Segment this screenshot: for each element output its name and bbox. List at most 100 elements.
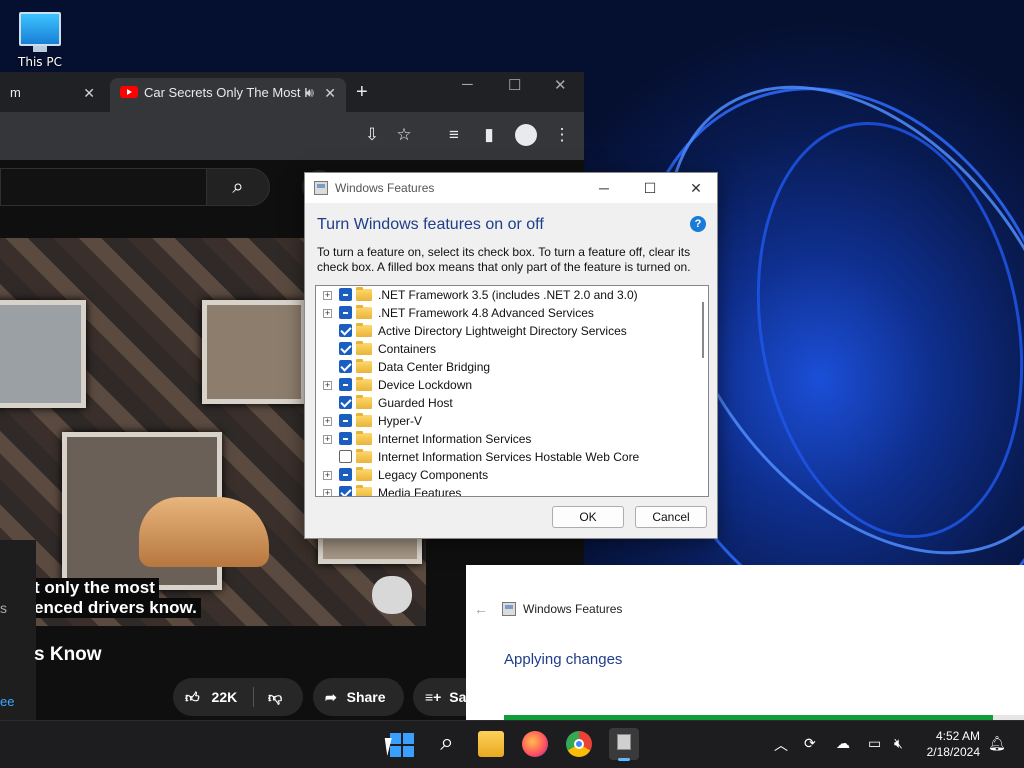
thumbs-up-icon: 👍︎: [185, 689, 200, 705]
feature-row[interactable]: Data Center Bridging: [316, 358, 708, 376]
side-panel-icon[interactable]: ▮: [478, 124, 500, 146]
taskbar: ⌕ ︿ ⟳ ☁ ▭ 🔇︎ 4:52 AM 2/18/2024 🔔︎: [0, 720, 1024, 768]
dialog-titlebar: Windows Features ─ ☐ ✕: [305, 173, 717, 203]
feature-row[interactable]: Containers: [316, 340, 708, 358]
feature-checkbox[interactable]: [339, 342, 352, 355]
expand-icon[interactable]: +: [323, 417, 332, 426]
feature-row[interactable]: + .NET Framework 4.8 Advanced Services: [316, 304, 708, 322]
help-icon[interactable]: ?: [690, 216, 706, 232]
folder-icon: [356, 287, 372, 301]
dialog-heading: Turn Windows features on or off: [317, 216, 544, 233]
network-icon[interactable]: ▭: [868, 735, 881, 752]
expand-icon[interactable]: +: [323, 435, 332, 444]
close-tab-icon[interactable]: ✕: [324, 78, 336, 108]
feature-checkbox[interactable]: [339, 450, 352, 463]
install-app-icon[interactable]: ⇩: [361, 124, 383, 146]
maximize-button[interactable]: ☐: [627, 173, 673, 203]
search-button[interactable]: ⌕: [206, 168, 270, 206]
firefox-icon[interactable]: [522, 731, 548, 757]
share-label: Share: [346, 689, 386, 705]
chrome-icon[interactable]: [566, 731, 592, 757]
feature-checkbox[interactable]: [339, 360, 352, 373]
like-count: 22K: [211, 689, 238, 705]
youtube-search-input[interactable]: [0, 168, 206, 206]
folder-icon: [356, 467, 372, 481]
expand-icon[interactable]: +: [323, 291, 332, 300]
cancel-button[interactable]: Cancel: [635, 506, 707, 528]
share-button[interactable]: ➦ Share: [313, 678, 404, 716]
volume-muted-icon[interactable]: 🔇︎: [894, 735, 903, 752]
expand-icon[interactable]: +: [323, 471, 332, 480]
tab-youtube-active[interactable]: Car Secrets Only The Most I 🔊︎ ✕: [110, 78, 346, 112]
feature-checkbox[interactable]: [339, 324, 352, 337]
feature-checkbox[interactable]: [339, 432, 352, 445]
video-title: s Know: [34, 644, 102, 665]
folder-icon: [356, 431, 372, 445]
tab-strip: m ✕ Car Secrets Only The Most I 🔊︎ ✕ + ─…: [0, 72, 584, 112]
see-more-link[interactable]: ee: [0, 694, 14, 709]
feature-label: Internet Information Services Hostable W…: [378, 450, 640, 464]
browser-toolbar: ⇩ ☆ ≡ ▮ ⋮: [0, 112, 584, 160]
back-arrow-icon[interactable]: ←: [474, 601, 488, 617]
speaker-icon[interactable]: 🔊︎: [306, 78, 314, 108]
windows-features-app-icon: [314, 181, 328, 195]
share-icon: ➦: [325, 689, 337, 705]
feature-label: Internet Information Services: [378, 432, 532, 446]
expand-icon[interactable]: +: [323, 381, 332, 390]
window-title: Windows Features: [523, 602, 623, 616]
notification-bell-icon[interactable]: 🔔︎: [988, 735, 1006, 752]
close-window-button[interactable]: ✕: [554, 76, 567, 94]
menu-kebab-icon[interactable]: ⋮: [551, 124, 573, 146]
feature-row[interactable]: + Device Lockdown: [316, 376, 708, 394]
feature-checkbox[interactable]: [339, 468, 352, 481]
feature-row[interactable]: + Hyper-V: [316, 412, 708, 430]
side-text: s: [0, 600, 7, 616]
feature-row[interactable]: + Media Features: [316, 484, 708, 496]
minimize-button[interactable]: ─: [462, 76, 473, 93]
feature-row[interactable]: + .NET Framework 3.5 (includes .NET 2.0 a…: [316, 286, 708, 304]
close-button[interactable]: ✕: [673, 173, 719, 203]
feature-checkbox[interactable]: [339, 378, 352, 391]
feature-row[interactable]: Internet Information Services Hostable W…: [316, 448, 708, 466]
like-button[interactable]: 👍︎ 22K: [185, 678, 255, 716]
onedrive-icon[interactable]: ☁: [836, 735, 850, 752]
feature-checkbox[interactable]: [339, 288, 352, 301]
profile-avatar-icon[interactable]: [515, 124, 537, 146]
thumbs-down-icon[interactable]: 👎︎: [268, 678, 282, 716]
ok-button[interactable]: OK: [552, 506, 624, 528]
minimize-button[interactable]: ─: [581, 173, 627, 203]
clock[interactable]: 4:52 AM 2/18/2024: [910, 728, 980, 760]
feature-row[interactable]: + Internet Information Services: [316, 430, 708, 448]
sync-icon[interactable]: ⟳: [804, 735, 816, 752]
date: 2/18/2024: [926, 745, 980, 759]
feature-row[interactable]: Guarded Host: [316, 394, 708, 412]
feature-label: .NET Framework 4.8 Advanced Services: [378, 306, 594, 320]
folder-icon: [356, 377, 372, 391]
expand-icon[interactable]: +: [323, 309, 332, 318]
feature-row[interactable]: + Legacy Components: [316, 466, 708, 484]
like-dislike-group: 👍︎ 22K 👎︎: [173, 678, 303, 716]
this-pc-desktop-icon[interactable]: This PC: [12, 8, 68, 76]
subtitle-line: t only the most: [30, 578, 159, 598]
file-explorer-icon[interactable]: [478, 731, 504, 757]
feature-row[interactable]: Active Directory Lightweight Directory S…: [316, 322, 708, 340]
media-controls-icon[interactable]: ≡: [443, 124, 465, 146]
feature-checkbox[interactable]: [339, 396, 352, 409]
chevron-up-icon[interactable]: ︿: [774, 735, 788, 755]
feature-label: Guarded Host: [378, 396, 453, 410]
search-taskbar-button[interactable]: ⌕: [434, 731, 460, 757]
bookmark-star-icon[interactable]: ☆: [393, 124, 415, 146]
feature-checkbox[interactable]: [339, 306, 352, 319]
windows-features-taskbar-icon[interactable]: [609, 728, 639, 761]
feature-checkbox[interactable]: [339, 414, 352, 427]
tab-previous[interactable]: m ✕: [0, 78, 105, 112]
dialog-description: To turn a feature on, select its check b…: [317, 245, 691, 274]
expand-icon[interactable]: +: [323, 489, 332, 496]
feature-label: Device Lockdown: [378, 378, 473, 392]
new-tab-button[interactable]: +: [356, 78, 368, 106]
feature-checkbox[interactable]: [339, 486, 352, 496]
scrollbar[interactable]: [698, 286, 708, 496]
scrollbar-thumb[interactable]: [702, 302, 704, 358]
close-tab-icon[interactable]: ✕: [83, 78, 95, 108]
maximize-button[interactable]: ☐: [508, 76, 521, 94]
